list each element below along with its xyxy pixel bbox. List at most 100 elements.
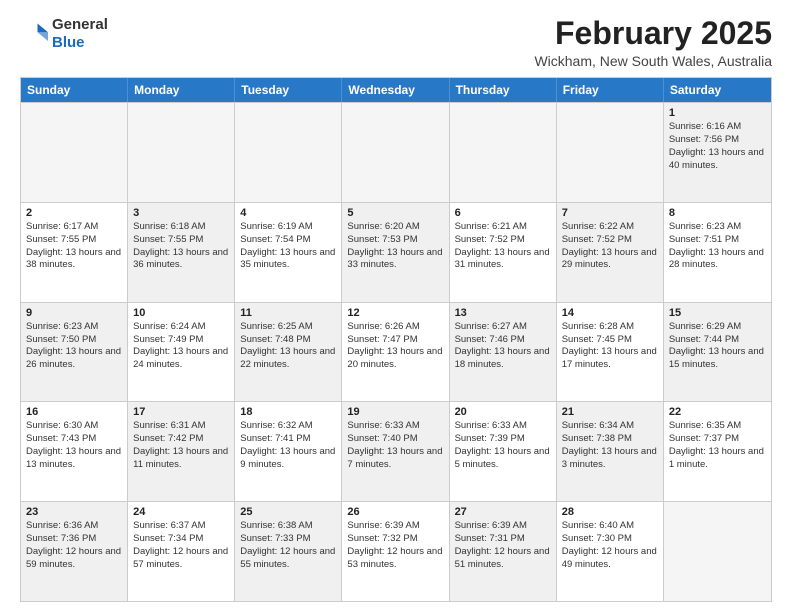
cell-info: Sunrise: 6:35 AM Sunset: 7:37 PM Dayligh… <box>669 420 766 471</box>
calendar-cell: 7 Sunrise: 6:22 AM Sunset: 7:52 PM Daylig… <box>557 203 664 302</box>
day-number: 5 <box>347 207 443 219</box>
day-number: 16 <box>26 406 122 418</box>
calendar-row: 2 Sunrise: 6:17 AM Sunset: 7:55 PM Daylig… <box>21 202 771 302</box>
cell-info: Sunrise: 6:31 AM Sunset: 7:42 PM Dayligh… <box>133 420 229 471</box>
calendar-cell: 8Sunrise: 6:23 AM Sunset: 7:51 PM Daylig… <box>664 203 771 302</box>
cell-info: Sunrise: 6:33 AM Sunset: 7:40 PM Dayligh… <box>347 420 443 471</box>
weekday-header: Friday <box>557 78 664 102</box>
calendar-cell: 4 Sunrise: 6:19 AM Sunset: 7:54 PM Daylig… <box>235 203 342 302</box>
calendar-cell: 17 Sunrise: 6:31 AM Sunset: 7:42 PM Dayli… <box>128 402 235 501</box>
day-number: 25 <box>240 506 336 518</box>
day-number: 19 <box>347 406 443 418</box>
calendar-cell: 13Sunrise: 6:27 AM Sunset: 7:46 PM Dayli… <box>450 303 557 402</box>
day-number: 26 <box>347 506 443 518</box>
day-number: 3 <box>133 207 229 219</box>
month-title: February 2025 <box>534 16 772 51</box>
cell-info: Sunrise: 6:36 AM Sunset: 7:36 PM Dayligh… <box>26 520 122 571</box>
weekday-header: Monday <box>128 78 235 102</box>
day-number: 10 <box>133 307 229 319</box>
cell-info: Sunrise: 6:23 AM Sunset: 7:50 PM Dayligh… <box>26 321 122 372</box>
calendar-cell <box>128 103 235 202</box>
cell-info: Sunrise: 6:40 AM Sunset: 7:30 PM Dayligh… <box>562 520 658 571</box>
logo-general: General <box>52 16 108 34</box>
weekday-header: Sunday <box>21 78 128 102</box>
calendar-cell: 12Sunrise: 6:26 AM Sunset: 7:47 PM Dayli… <box>342 303 449 402</box>
cell-info: Sunrise: 6:17 AM Sunset: 7:55 PM Dayligh… <box>26 221 122 272</box>
cell-info: Sunrise: 6:33 AM Sunset: 7:39 PM Dayligh… <box>455 420 551 471</box>
calendar-row: 9 Sunrise: 6:23 AM Sunset: 7:50 PM Daylig… <box>21 302 771 402</box>
calendar-cell: 19 Sunrise: 6:33 AM Sunset: 7:40 PM Dayli… <box>342 402 449 501</box>
day-number: 1 <box>669 107 766 119</box>
day-number: 4 <box>240 207 336 219</box>
calendar-cell: 5 Sunrise: 6:20 AM Sunset: 7:53 PM Daylig… <box>342 203 449 302</box>
cell-info: Sunrise: 6:19 AM Sunset: 7:54 PM Dayligh… <box>240 221 336 272</box>
cell-info: Sunrise: 6:27 AM Sunset: 7:46 PM Dayligh… <box>455 321 551 372</box>
calendar: SundayMondayTuesdayWednesdayThursdayFrid… <box>20 77 772 602</box>
day-number: 20 <box>455 406 551 418</box>
calendar-row: 1 Sunrise: 6:16 AM Sunset: 7:56 PM Daylig… <box>21 102 771 202</box>
calendar-header: SundayMondayTuesdayWednesdayThursdayFrid… <box>21 78 771 102</box>
calendar-cell: 15 Sunrise: 6:29 AM Sunset: 7:44 PM Dayli… <box>664 303 771 402</box>
header: General Blue February 2025 Wickham, New … <box>20 16 772 69</box>
day-number: 7 <box>562 207 658 219</box>
cell-info: Sunrise: 6:38 AM Sunset: 7:33 PM Dayligh… <box>240 520 336 571</box>
calendar-cell: 21 Sunrise: 6:34 AM Sunset: 7:38 PM Dayli… <box>557 402 664 501</box>
calendar-cell: 1 Sunrise: 6:16 AM Sunset: 7:56 PM Daylig… <box>664 103 771 202</box>
logo: General Blue <box>20 16 108 52</box>
cell-info: Sunrise: 6:16 AM Sunset: 7:56 PM Dayligh… <box>669 121 766 172</box>
calendar-cell: 3 Sunrise: 6:18 AM Sunset: 7:55 PM Daylig… <box>128 203 235 302</box>
location: Wickham, New South Wales, Australia <box>534 53 772 69</box>
calendar-row: 16 Sunrise: 6:30 AM Sunset: 7:43 PM Dayli… <box>21 401 771 501</box>
weekday-header: Thursday <box>450 78 557 102</box>
cell-info: Sunrise: 6:34 AM Sunset: 7:38 PM Dayligh… <box>562 420 658 471</box>
calendar-cell <box>557 103 664 202</box>
cell-info: Sunrise: 6:30 AM Sunset: 7:43 PM Dayligh… <box>26 420 122 471</box>
weekday-header: Saturday <box>664 78 771 102</box>
cell-info: Sunrise: 6:32 AM Sunset: 7:41 PM Dayligh… <box>240 420 336 471</box>
day-number: 27 <box>455 506 551 518</box>
cell-info: Sunrise: 6:25 AM Sunset: 7:48 PM Dayligh… <box>240 321 336 372</box>
cell-info: Sunrise: 6:29 AM Sunset: 7:44 PM Dayligh… <box>669 321 766 372</box>
weekday-header: Tuesday <box>235 78 342 102</box>
calendar-body: 1 Sunrise: 6:16 AM Sunset: 7:56 PM Daylig… <box>21 102 771 601</box>
day-number: 15 <box>669 307 766 319</box>
weekday-header: Wednesday <box>342 78 449 102</box>
cell-info: Sunrise: 6:18 AM Sunset: 7:55 PM Dayligh… <box>133 221 229 272</box>
calendar-cell: 22 Sunrise: 6:35 AM Sunset: 7:37 PM Dayli… <box>664 402 771 501</box>
calendar-cell: 26 Sunrise: 6:39 AM Sunset: 7:32 PM Dayli… <box>342 502 449 601</box>
cell-info: Sunrise: 6:39 AM Sunset: 7:31 PM Dayligh… <box>455 520 551 571</box>
cell-info: Sunrise: 6:20 AM Sunset: 7:53 PM Dayligh… <box>347 221 443 272</box>
calendar-cell: 10Sunrise: 6:24 AM Sunset: 7:49 PM Dayli… <box>128 303 235 402</box>
calendar-cell: 9 Sunrise: 6:23 AM Sunset: 7:50 PM Daylig… <box>21 303 128 402</box>
cell-info: Sunrise: 6:23 AM Sunset: 7:51 PM Dayligh… <box>669 221 766 272</box>
day-number: 9 <box>26 307 122 319</box>
logo-blue: Blue <box>52 34 108 52</box>
calendar-cell: 24Sunrise: 6:37 AM Sunset: 7:34 PM Dayli… <box>128 502 235 601</box>
day-number: 23 <box>26 506 122 518</box>
calendar-cell: 18Sunrise: 6:32 AM Sunset: 7:41 PM Dayli… <box>235 402 342 501</box>
cell-info: Sunrise: 6:28 AM Sunset: 7:45 PM Dayligh… <box>562 321 658 372</box>
calendar-cell: 28 Sunrise: 6:40 AM Sunset: 7:30 PM Dayli… <box>557 502 664 601</box>
day-number: 6 <box>455 207 551 219</box>
calendar-cell: 20 Sunrise: 6:33 AM Sunset: 7:39 PM Dayli… <box>450 402 557 501</box>
day-number: 11 <box>240 307 336 319</box>
day-number: 21 <box>562 406 658 418</box>
cell-info: Sunrise: 6:21 AM Sunset: 7:52 PM Dayligh… <box>455 221 551 272</box>
day-number: 28 <box>562 506 658 518</box>
calendar-cell <box>342 103 449 202</box>
calendar-cell: 2 Sunrise: 6:17 AM Sunset: 7:55 PM Daylig… <box>21 203 128 302</box>
calendar-cell <box>235 103 342 202</box>
calendar-cell: 11 Sunrise: 6:25 AM Sunset: 7:48 PM Dayli… <box>235 303 342 402</box>
page: General Blue February 2025 Wickham, New … <box>0 0 792 612</box>
calendar-cell: 16 Sunrise: 6:30 AM Sunset: 7:43 PM Dayli… <box>21 402 128 501</box>
calendar-cell <box>664 502 771 601</box>
logo-text: General Blue <box>52 16 108 52</box>
title-block: February 2025 Wickham, New South Wales, … <box>534 16 772 69</box>
cell-info: Sunrise: 6:37 AM Sunset: 7:34 PM Dayligh… <box>133 520 229 571</box>
cell-info: Sunrise: 6:22 AM Sunset: 7:52 PM Dayligh… <box>562 221 658 272</box>
cell-info: Sunrise: 6:39 AM Sunset: 7:32 PM Dayligh… <box>347 520 443 571</box>
day-number: 22 <box>669 406 766 418</box>
day-number: 17 <box>133 406 229 418</box>
day-number: 14 <box>562 307 658 319</box>
day-number: 2 <box>26 207 122 219</box>
